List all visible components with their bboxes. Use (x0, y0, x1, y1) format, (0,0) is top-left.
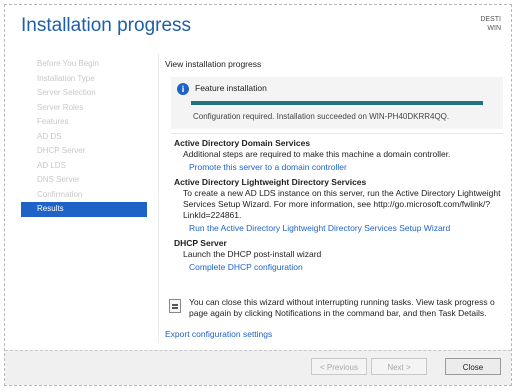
page-title: Installation progress (21, 15, 192, 36)
wizard-footer: < Previous Next > Close (5, 350, 511, 385)
result-body-line: To create a new AD LDS instance on this … (183, 188, 501, 198)
result-title: DHCP Server (174, 238, 227, 248)
sidebar-item-before-you-begin[interactable]: Before You Begin (21, 57, 147, 72)
sidebar-item-results[interactable]: Results (21, 202, 147, 217)
wizard-sidebar: Before You Begin Installation Type Serve… (21, 57, 147, 217)
wizard-window: Installation progress DESTI WIN Before Y… (4, 4, 512, 386)
sidebar-item-ad-lds[interactable]: AD LDS (21, 159, 147, 174)
run-ad-lds-wizard-link[interactable]: Run the Active Directory Lightweight Dir… (174, 222, 503, 234)
destination-line: DESTI (480, 16, 501, 23)
export-configuration-link[interactable]: Export configuration settings (165, 329, 272, 339)
sidebar-item-installation-type[interactable]: Installation Type (21, 72, 147, 87)
result-body: Additional steps are required to make th… (183, 149, 451, 159)
progress-fill (191, 101, 483, 105)
sidebar-item-dhcp-server[interactable]: DHCP Server (21, 144, 147, 159)
sidebar-item-confirmation[interactable]: Confirmation (21, 188, 147, 203)
promote-domain-controller-link[interactable]: Promote this server to a domain controll… (174, 161, 503, 173)
sidebar-item-features[interactable]: Features (21, 115, 147, 130)
notice-line: page again by clicking Notifications in … (189, 308, 487, 318)
installation-status: Configuration required. Installation suc… (193, 112, 450, 121)
results-list[interactable]: Active Directory Domain Services Additio… (171, 133, 503, 290)
result-body: Launch the DHCP post-install wizard (183, 249, 322, 259)
result-dhcp: DHCP Server Launch the DHCP post-install… (174, 238, 503, 273)
next-button[interactable]: Next > (371, 358, 427, 375)
sidebar-item-ad-ds[interactable]: AD DS (21, 130, 147, 145)
result-title: Active Directory Domain Services (174, 138, 311, 148)
result-body-line: Services Setup Wizard. For more informat… (183, 199, 491, 209)
sidebar-item-server-roles[interactable]: Server Roles (21, 101, 147, 116)
notification-icon (169, 299, 181, 313)
notice-text: You can close this wizard without interr… (189, 297, 507, 319)
feature-installation-panel: i Feature installation Configuration req… (171, 77, 503, 129)
main-content: View installation progress i Feature ins… (158, 53, 509, 343)
sidebar-item-server-selection[interactable]: Server Selection (21, 86, 147, 101)
destination-line: WIN (487, 25, 501, 32)
notice-line: You can close this wizard without interr… (189, 297, 495, 307)
info-icon: i (177, 83, 189, 95)
close-button[interactable]: Close (445, 358, 501, 375)
previous-button[interactable]: < Previous (311, 358, 367, 375)
result-ad-lds: Active Directory Lightweight Directory S… (174, 177, 503, 234)
complete-dhcp-configuration-link[interactable]: Complete DHCP configuration (174, 261, 503, 273)
feature-installation-title: Feature installation (195, 83, 267, 93)
result-body-line: LinkId=224861. (183, 210, 242, 220)
result-title: Active Directory Lightweight Directory S… (174, 177, 367, 187)
result-ad-ds: Active Directory Domain Services Additio… (174, 138, 503, 173)
installation-progress-bar (191, 101, 483, 105)
destination-server: DESTI WIN (480, 15, 501, 33)
sidebar-item-dns-server[interactable]: DNS Server (21, 173, 147, 188)
view-progress-label: View installation progress (165, 59, 262, 69)
